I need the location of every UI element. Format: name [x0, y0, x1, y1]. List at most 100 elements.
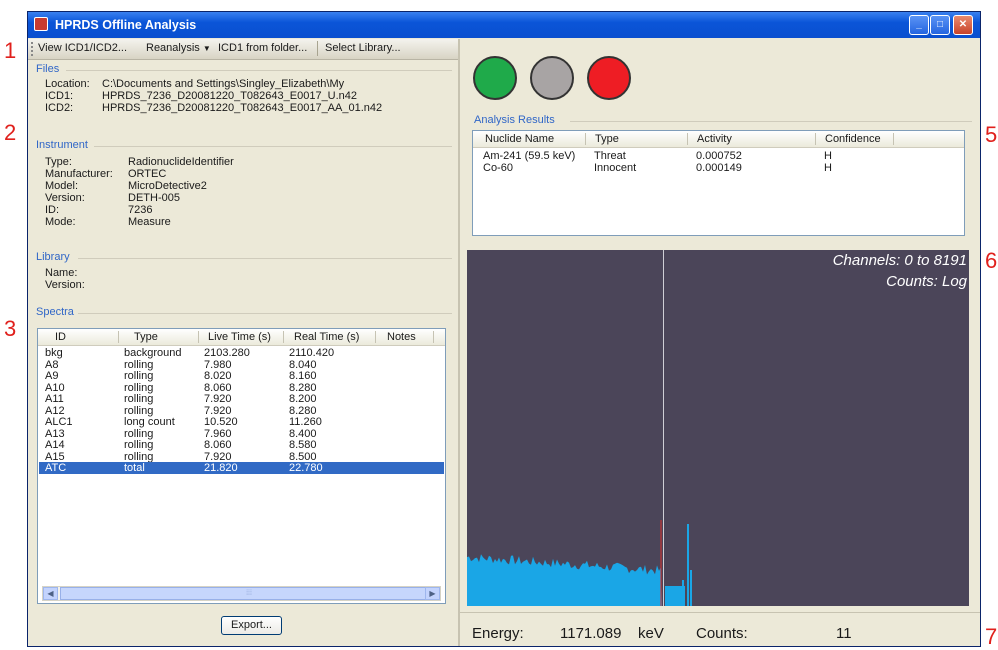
table-cell: 22.780 [289, 462, 323, 474]
table-row[interactable]: A10 rolling 8.060 8.280 [39, 382, 444, 394]
table-row[interactable]: ALC1 long count 10.520 11.260 [39, 416, 444, 428]
table-cell: A8 [45, 358, 59, 371]
scroll-thumb[interactable]: ⁞⁞⁞ [60, 587, 438, 600]
analysis-cell: 0.000752 [696, 150, 742, 162]
icd2-value: HPRDS_7236_D20081220_T082643_E0017_AA_01… [102, 102, 383, 114]
horizontal-scrollbar[interactable]: ◀ ⁞⁞⁞ ▶ [42, 586, 441, 601]
instrument-group-title: Instrument [36, 139, 88, 151]
header-divider [433, 331, 434, 343]
manufacturer-value: ORTEC [128, 168, 167, 180]
counts-label: Counts: [696, 625, 748, 642]
toolbar: View ICD1/ICD2... Reanalysis ▼ ICD1 from… [28, 39, 458, 60]
col-nuclide-type[interactable]: Type [595, 133, 619, 145]
select-library-button[interactable]: Select Library... [325, 42, 401, 54]
table-row[interactable]: bkg background 2103.280 2110.420 [39, 347, 444, 359]
view-icd-button[interactable]: View ICD1/ICD2... [38, 42, 127, 54]
scroll-left-icon[interactable]: ◀ [43, 587, 58, 600]
table-row[interactable]: A11 rolling 7.920 8.200 [39, 393, 444, 405]
callout-6: 6 [985, 248, 998, 273]
energy-unit: keV [638, 625, 664, 642]
maximize-button[interactable]: □ [930, 15, 950, 35]
header-divider [815, 133, 816, 145]
table-row[interactable]: A15 rolling 7.920 8.500 [39, 451, 444, 463]
table-cell: A14 [45, 439, 65, 451]
table-row[interactable]: A14 rolling 8.060 8.580 [39, 439, 444, 451]
mode-value: Measure [128, 216, 171, 228]
model-label: Model: [45, 180, 79, 192]
reanalysis-label: Reanalysis [146, 42, 200, 54]
library-version-label: Version: [45, 279, 85, 291]
col-id[interactable]: ID [55, 331, 66, 343]
channels-label: Channels: 0 to 8191 [832, 252, 967, 269]
callout-7: 7 [985, 624, 998, 649]
col-live-time[interactable]: Live Time (s) [208, 331, 271, 343]
table-cell: 2110.420 [289, 347, 335, 359]
analysis-cell: Am-241 (59.5 keV) [483, 150, 576, 162]
table-cell: total [124, 462, 145, 474]
minimize-button[interactable]: _ [909, 15, 929, 35]
analysis-row[interactable]: Co-60 Innocent 0.000149 H [474, 162, 963, 174]
counts-scale-label: Counts: Log [886, 273, 967, 290]
table-cell: 8.400 [289, 427, 317, 440]
table-cell: 8.020 [204, 370, 232, 382]
dropdown-arrow-icon: ▼ [202, 44, 211, 53]
table-cell: 21.820 [204, 462, 238, 474]
table-row[interactable]: A12 rolling 7.920 8.280 [39, 405, 444, 417]
files-group-title: Files [36, 63, 60, 75]
table-cell: rolling [124, 427, 154, 440]
table-cell: background [124, 347, 182, 359]
col-type[interactable]: Type [134, 331, 158, 343]
col-notes[interactable]: Notes [387, 331, 416, 343]
table-row[interactable]: A8 rolling 7.980 8.040 [39, 359, 444, 371]
close-button[interactable]: ✕ [953, 15, 973, 35]
table-row[interactable]: ATC total 21.820 22.780 [39, 462, 444, 474]
id-label: ID: [45, 204, 60, 216]
table-cell: bkg [45, 347, 63, 359]
table-cell: 2103.280 [204, 347, 250, 359]
col-nuclide-name[interactable]: Nuclide Name [485, 133, 554, 145]
analysis-results-table[interactable]: Nuclide Name Type Activity Confidence Am… [472, 130, 965, 236]
table-cell: 7.960 [204, 427, 232, 440]
energy-value: 1171.089 [560, 625, 622, 642]
table-row[interactable]: A9 rolling 8.020 8.160 [39, 370, 444, 382]
spectrum-plot[interactable]: Channels: 0 to 8191 Counts: Log [467, 250, 969, 606]
version-label: Version: [45, 192, 85, 204]
icd1-from-folder-button[interactable]: ICD1 from folder... [218, 42, 307, 54]
table-cell: 8.580 [289, 439, 317, 451]
id-value: 7236 [128, 204, 153, 216]
energy-cursor-line[interactable] [663, 250, 664, 606]
col-real-time[interactable]: Real Time (s) [294, 331, 359, 343]
table-cell: 8.280 [289, 404, 317, 417]
energy-label: Energy: [472, 625, 524, 642]
table-cell: rolling [124, 381, 154, 394]
header-divider [283, 331, 284, 343]
table-cell: 8.040 [289, 358, 317, 371]
spectrum-graph [467, 520, 692, 606]
analysis-row[interactable]: Am-241 (59.5 keV) Threat 0.000752 H [474, 150, 963, 162]
table-cell: 7.920 [204, 404, 232, 417]
header-divider [687, 133, 688, 145]
type-value: RadionuclideIdentifier [128, 156, 234, 168]
toolbar-grip[interactable] [31, 42, 36, 56]
scroll-right-icon[interactable]: ▶ [425, 587, 440, 600]
icd1-label: ICD1: [45, 90, 74, 102]
title-bar[interactable]: HPRDS Offline Analysis _ □ ✕ [28, 12, 980, 38]
col-activity[interactable]: Activity [697, 133, 732, 145]
table-cell: ALC1 [45, 416, 73, 428]
window-title: HPRDS Offline Analysis [55, 18, 197, 32]
pane-splitter[interactable] [458, 39, 460, 646]
location-label: Location: [45, 78, 90, 90]
table-row[interactable]: A13 rolling 7.960 8.400 [39, 428, 444, 440]
header-divider [198, 331, 199, 343]
col-confidence[interactable]: Confidence [825, 133, 881, 145]
analysis-group-line [570, 121, 972, 122]
version-value: DETH-005 [128, 192, 180, 204]
table-cell: 8.160 [289, 370, 317, 382]
export-button[interactable]: Export... [221, 616, 282, 635]
reanalysis-dropdown[interactable]: Reanalysis ▼ [146, 42, 211, 54]
spectra-table[interactable]: ID Type Live Time (s) Real Time (s) Note… [37, 328, 446, 604]
callout-3: 3 [4, 316, 17, 341]
table-cell: rolling [124, 393, 154, 405]
spectrum-fill [467, 554, 662, 606]
analysis-group-title: Analysis Results [474, 114, 555, 126]
